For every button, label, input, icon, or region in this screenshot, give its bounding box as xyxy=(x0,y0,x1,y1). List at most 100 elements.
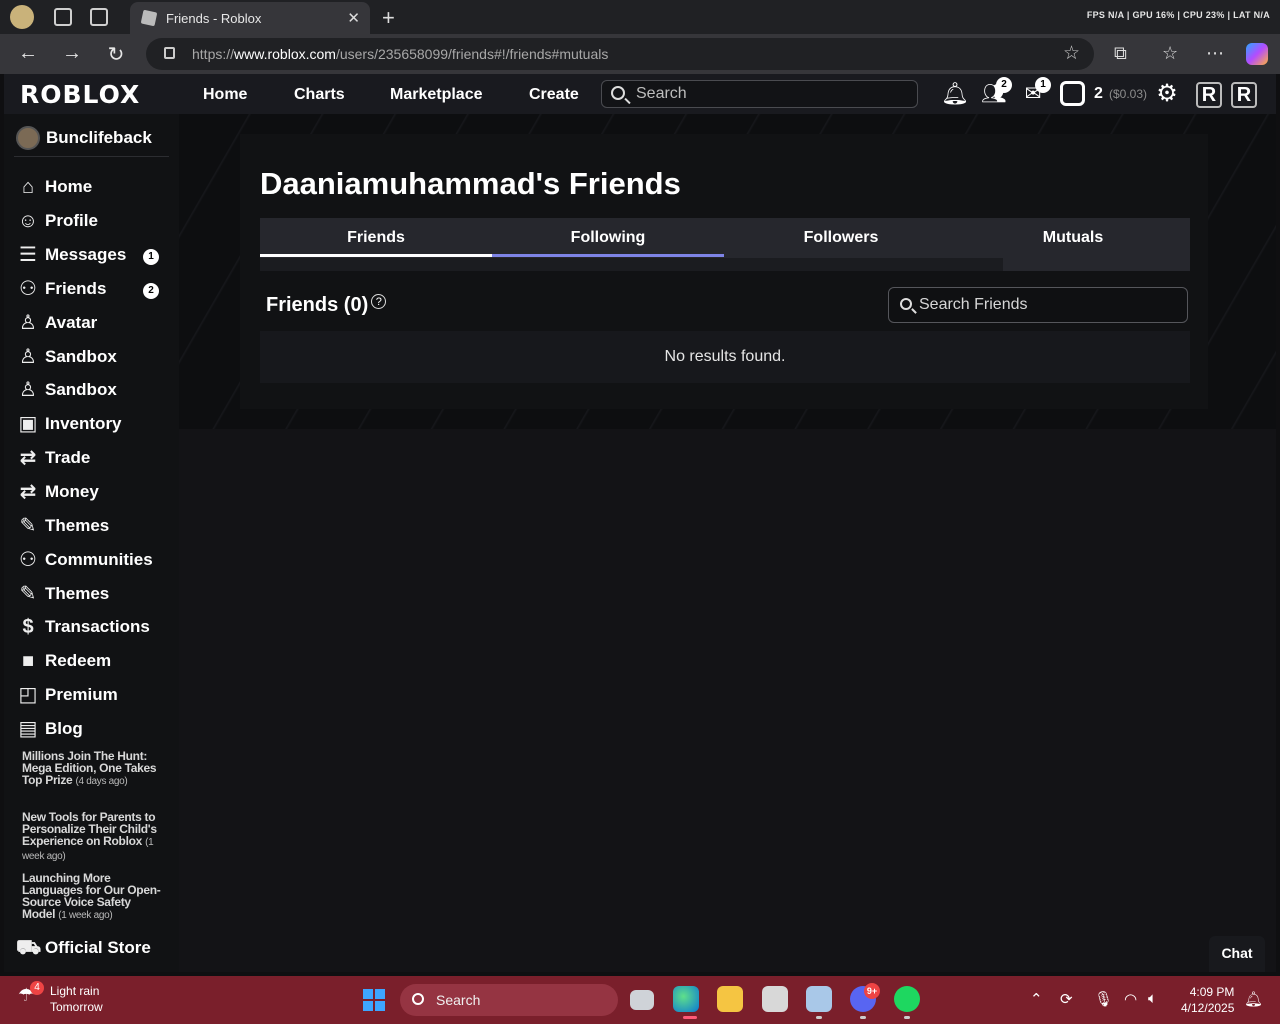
extension-r-alt-icon[interactable]: R xyxy=(1231,82,1257,108)
browser-tab[interactable]: Friends - Roblox ✕ xyxy=(130,2,370,34)
tab-followers[interactable]: Followers xyxy=(725,218,957,257)
sidebar-item-official-store[interactable]: ⛟ Official Store xyxy=(16,935,151,961)
themes-icon: ✎ xyxy=(19,515,37,537)
sidebar-divider xyxy=(14,156,169,157)
trade-icon: ⇄ xyxy=(19,447,37,469)
sidebar-item-sandbox-2[interactable]: ♙ Sandbox xyxy=(16,377,117,403)
edge-browser-icon[interactable] xyxy=(673,986,699,1012)
sidebar-item-profile[interactable]: ☺ Profile xyxy=(16,208,98,234)
close-tab-icon[interactable]: ✕ xyxy=(347,9,360,27)
inventory-icon: ▣ xyxy=(18,413,38,435)
tab-friends[interactable]: Friends xyxy=(260,218,492,257)
chat-button[interactable]: Chat xyxy=(1209,936,1265,972)
sandbox-icon: ♙ xyxy=(19,379,37,401)
roblox-search-input[interactable]: Search xyxy=(601,80,918,108)
robux-icon[interactable] xyxy=(1060,81,1085,106)
sidebar-item-label: Redeem xyxy=(45,651,112,670)
sidebar-user[interactable]: Bunclifeback xyxy=(16,126,152,150)
tabs-scrollbar[interactable] xyxy=(260,258,1003,271)
sidebar-item-transactions[interactable]: $ Transactions xyxy=(16,614,149,640)
tab-following[interactable]: Following xyxy=(492,218,724,257)
transactions-icon: $ xyxy=(22,616,34,638)
sidebar-item-themes-2[interactable]: ✎ Themes xyxy=(16,581,110,607)
sidebar-item-avatar[interactable]: ♙ Avatar xyxy=(16,310,97,336)
url-field[interactable]: https://www.roblox.com/users/235658099/f… xyxy=(146,38,1094,70)
spotify-icon[interactable] xyxy=(894,986,920,1012)
robux-count[interactable]: 2 xyxy=(1094,85,1103,103)
blog-entry[interactable]: Millions Join The Hunt: Mega Edition, On… xyxy=(22,750,162,788)
roblox-logo[interactable]: ROBLOX xyxy=(20,80,140,109)
help-icon[interactable]: ? xyxy=(371,294,387,309)
blog-icon: ▤ xyxy=(18,718,38,740)
sidebar-item-redeem[interactable]: ■ Redeem xyxy=(16,648,111,674)
browser-profile-avatar[interactable] xyxy=(10,5,34,29)
sidebar-item-sandbox[interactable]: ♙ Sandbox xyxy=(16,344,117,370)
more-menu-icon[interactable]: ⋯ xyxy=(1206,43,1224,64)
blog-entry[interactable]: Launching More Languages for Our Open-So… xyxy=(22,872,162,922)
wifi-icon[interactable]: ◠ xyxy=(1124,990,1137,1008)
sidebar-item-money[interactable]: ⇄ Money xyxy=(16,479,99,505)
nav-charts-link[interactable]: Charts xyxy=(294,86,345,104)
tab-actions-icon[interactable] xyxy=(90,8,108,26)
volume-icon[interactable]: 🔈︎ xyxy=(1148,990,1157,1007)
settings-gear-icon[interactable]: ⚙ xyxy=(1155,82,1179,106)
back-button[interactable]: ← xyxy=(16,42,40,65)
sidebar-item-messages[interactable]: ☰ Messages xyxy=(16,242,126,268)
sync-icon[interactable]: ⟳ xyxy=(1060,990,1073,1008)
sidebar-item-inventory[interactable]: ▣ Inventory xyxy=(16,411,122,437)
weather-badge: 4 xyxy=(30,981,44,995)
chevron-up-icon[interactable]: ⌃ xyxy=(1030,990,1043,1008)
sidebar-item-friends[interactable]: ⚇ Friends xyxy=(16,276,106,302)
extensions-icon[interactable]: ⧉ xyxy=(1114,43,1127,64)
lock-icon[interactable] xyxy=(164,47,175,59)
clock-time: 4:09 PM xyxy=(1189,985,1235,999)
cart-icon: ⛟ xyxy=(16,937,42,959)
nav-home-link[interactable]: Home xyxy=(203,86,247,104)
sidebar-item-blog[interactable]: ▤ Blog xyxy=(16,716,83,742)
search-friends-input[interactable]: Search Friends xyxy=(888,287,1188,323)
tab-mutuals[interactable]: Mutuals xyxy=(957,218,1189,257)
sidebar-item-home[interactable]: ⌂ Home xyxy=(16,174,92,200)
workspaces-icon[interactable] xyxy=(54,8,72,26)
sidebar-item-themes[interactable]: ✎ Themes xyxy=(16,513,110,539)
taskbar-search-label: Search xyxy=(436,992,481,1008)
sidebar-item-label: Premium xyxy=(45,685,118,704)
refresh-button[interactable]: ↻ xyxy=(104,42,128,67)
url-host: www.roblox.com xyxy=(234,46,336,62)
copilot-icon[interactable] xyxy=(1246,43,1268,65)
file-explorer-icon[interactable] xyxy=(717,986,743,1012)
nav-marketplace-link[interactable]: Marketplace xyxy=(390,86,483,104)
microphone-icon[interactable]: 🎙︎ xyxy=(1094,990,1113,1008)
favorite-star-icon[interactable]: ☆ xyxy=(1063,42,1080,65)
task-view-icon[interactable] xyxy=(630,990,654,1010)
search-friends-placeholder: Search Friends xyxy=(919,296,1028,313)
sidebar-item-trade[interactable]: ⇄ Trade xyxy=(16,445,91,471)
active-app-indicator xyxy=(683,1016,697,1019)
sidebar-item-label: Friends xyxy=(45,279,107,298)
new-tab-button[interactable]: + xyxy=(382,5,395,31)
taskbar-search[interactable]: Search xyxy=(400,984,618,1016)
sidebar-item-communities[interactable]: ⚇ Communities xyxy=(16,547,153,573)
app-icon[interactable] xyxy=(762,986,788,1012)
sidebar-item-label: Avatar xyxy=(45,313,98,332)
weather-text: Light rain Tomorrow xyxy=(50,983,103,1015)
windows-start-icon[interactable] xyxy=(363,989,385,1011)
sidebar-item-premium[interactable]: ◰ Premium xyxy=(16,682,118,708)
favorites-icon[interactable]: ☆ xyxy=(1162,43,1178,64)
url-prefix: https:// xyxy=(192,46,235,62)
blog-entry[interactable]: New Tools for Parents to Personalize The… xyxy=(22,811,162,863)
sidebar-item-label: Trade xyxy=(45,448,91,467)
taskbar-clock[interactable]: 4:09 PM 4/12/2025 xyxy=(1181,984,1234,1016)
weather-line-1: Light rain xyxy=(50,984,100,998)
sidebar-item-label: Profile xyxy=(45,211,98,230)
left-sidebar: Bunclifeback ⌂ Home ☺ Profile ☰ Messages 1 … xyxy=(4,114,179,972)
extension-r-icon[interactable]: R xyxy=(1196,82,1222,108)
notifications-bell-icon[interactable]: 🔔︎ xyxy=(941,82,969,106)
notification-bell-icon[interactable]: 🔔︎ xyxy=(1244,990,1263,1008)
page-title: Daaniamuhammad's Friends xyxy=(260,166,681,201)
forward-button[interactable]: → xyxy=(60,42,84,65)
task-manager-icon[interactable] xyxy=(806,986,832,1012)
avatar xyxy=(16,126,40,150)
communities-icon: ⚇ xyxy=(19,549,37,571)
nav-create-link[interactable]: Create xyxy=(529,86,579,104)
